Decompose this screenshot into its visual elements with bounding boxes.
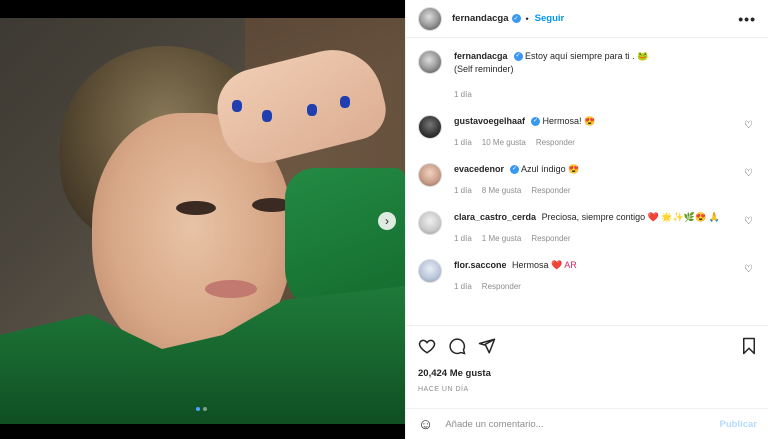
avatar[interactable] [418,6,442,31]
comment-username[interactable]: flor.saccone [454,260,507,270]
follow-button[interactable]: Seguir [535,13,565,24]
carousel-dot [203,407,207,411]
comment-emoji: ❤️ AR [551,260,577,270]
post-media: › [0,0,405,439]
photo-nail [232,100,242,112]
comment-item: flor.saccone Hermosa ❤️ AR 1 día Respond… [418,259,757,293]
like-comment-heart-icon[interactable]: ♡ [744,216,753,227]
caption: fernandacga ✓ Estoy aquí siempre para ti … [418,50,757,101]
verified-icon: ✓ [511,14,521,23]
comment-likes[interactable]: 8 Me gusta [482,184,522,197]
like-comment-heart-icon[interactable]: ♡ [744,120,753,131]
comment-username[interactable]: clara_castro_cerda [454,212,536,222]
comment-composer: ☺ Publicar [406,408,768,439]
comment-input[interactable] [445,418,720,430]
comment-text: Hermosa! [542,116,582,126]
header-username[interactable]: fernandacga [452,13,509,24]
caption-time[interactable]: 1 día [454,88,472,101]
comment-text: Hermosa [512,260,549,270]
comment-likes[interactable]: 10 Me gusta [482,136,526,149]
caption-username[interactable]: fernandacga [454,51,508,61]
likes-count[interactable]: 20,424 Me gusta [418,368,757,379]
comment-item: evacedenor ✓ Azul índigo 😍 1 día 8 Me gus… [418,163,757,197]
comment-time[interactable]: 1 día [454,136,472,149]
publish-button[interactable]: Publicar [720,419,758,430]
comment-text: Azul índigo [521,164,566,174]
comment-time[interactable]: 1 día [454,232,472,245]
verified-icon: ✓ [513,52,523,62]
photo-lips [205,280,257,298]
post-photo[interactable] [0,18,405,424]
comment-emoji: 😍 [584,116,596,126]
caption-text-line2: (Self reminder) [454,64,514,74]
avatar[interactable] [418,115,442,139]
avatar[interactable] [418,211,442,235]
comment-emoji: 😍 [568,164,580,174]
action-bar: 20,424 Me gusta HACE UN DÍA [406,325,768,393]
caption-text: Estoy aquí siempre para ti . 🐸 [525,51,649,61]
photo-eye-left [176,201,216,215]
comment-likes[interactable]: 1 Me gusta [482,232,522,245]
comment-text: Preciosa, siempre contigo [541,212,646,222]
avatar[interactable] [418,50,442,74]
reply-button[interactable]: Responder [531,184,570,197]
comment-item: clara_castro_cerda Preciosa, siempre con… [418,211,757,245]
comment-time[interactable]: 1 día [454,280,472,293]
post-panel: fernandacga ✓ • Seguir ••• fernandacga ✓ … [405,0,768,439]
heart-icon[interactable] [418,337,436,355]
photo-nail [262,110,272,122]
comment-time[interactable]: 1 día [454,184,472,197]
emoji-picker-icon[interactable]: ☺ [418,416,433,433]
verified-icon: ✓ [510,165,520,175]
post-header: fernandacga ✓ • Seguir ••• [406,0,768,38]
reply-button[interactable]: Responder [536,136,575,149]
like-comment-heart-icon[interactable]: ♡ [744,168,753,179]
comment-emoji: ❤️ 🌟✨🌿😍 🙏 [647,212,720,222]
reply-button[interactable]: Responder [531,232,570,245]
carousel-dot-active [196,407,200,411]
avatar[interactable] [418,259,442,283]
photo-nail [340,96,350,108]
post-time[interactable]: HACE UN DÍA [418,386,757,393]
share-icon[interactable] [478,337,496,355]
more-options-icon[interactable]: ••• [738,11,756,27]
avatar[interactable] [418,163,442,187]
comment-username[interactable]: evacedenor [454,164,504,174]
bookmark-icon[interactable] [741,337,757,355]
verified-icon: ✓ [531,117,541,127]
photo-nail [307,104,317,116]
carousel-dots [196,407,207,411]
reply-button[interactable]: Responder [482,280,521,293]
like-comment-heart-icon[interactable]: ♡ [744,264,753,275]
comment-icon[interactable] [448,337,466,355]
separator-dot: • [525,13,529,24]
comments-list[interactable]: fernandacga ✓ Estoy aquí siempre para ti … [406,38,768,325]
chevron-right-icon[interactable]: › [378,212,396,230]
comment-username[interactable]: gustavoegelhaaf [454,116,525,126]
comment-item: gustavoegelhaaf ✓ Hermosa! 😍 1 día 10 Me … [418,115,757,149]
